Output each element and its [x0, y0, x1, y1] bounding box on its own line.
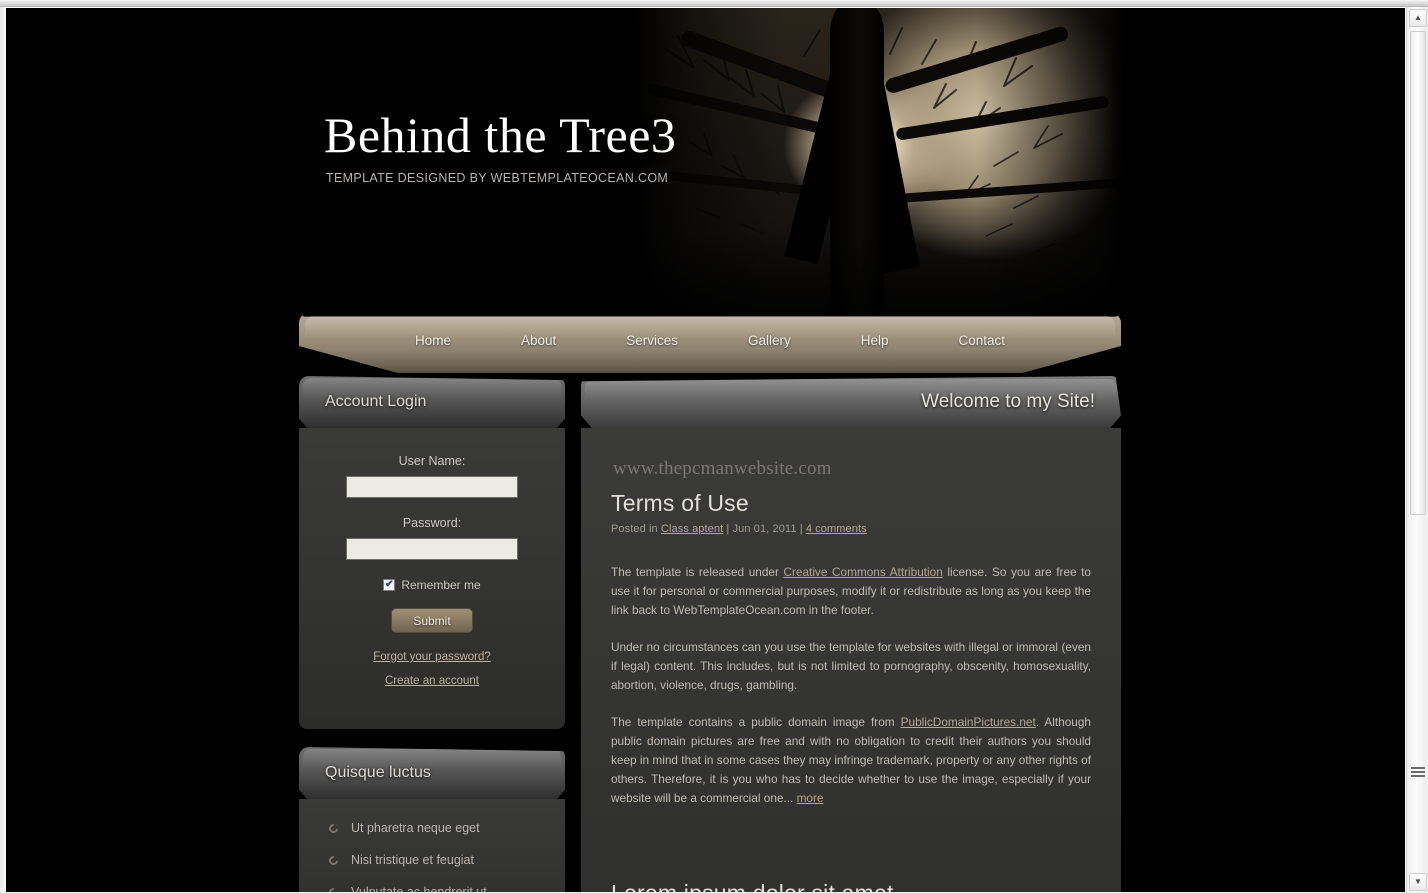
sidebar: Account Login User Name: Password: ✔ Rem… [299, 376, 565, 892]
list-item-label: Nisi tristique et feugiat [351, 853, 474, 867]
bullet-icon [327, 886, 340, 892]
main-content: Welcome to my Site! www.thepcmanwebsite.… [581, 376, 1121, 892]
list-item[interactable]: Vulputate ac hendrerit ut [327, 885, 565, 892]
post-terms-of-use: Terms of Use Posted in Class aptent | Ju… [611, 436, 1091, 808]
create-account-link[interactable]: Create an account [333, 675, 531, 687]
scroll-up-arrow-icon[interactable]: ▲ [1409, 9, 1427, 27]
nav-item-help[interactable]: Help [849, 331, 901, 350]
bullet-icon [327, 854, 340, 867]
post-date: | Jun 01, 2011 | [723, 523, 806, 535]
welcome-title: Welcome to my Site! [921, 391, 1095, 412]
banner-vignette [634, 8, 1124, 320]
paragraph-text: The template is released under [611, 565, 784, 579]
scrollbar-grip-icon [1411, 767, 1425, 777]
post-lorem-ipsum: Lorem ipsum dolor sit amet Posted in Lor… [611, 826, 1091, 892]
post-meta-prefix: Posted in [611, 523, 661, 535]
site-tagline: TEMPLATE DESIGNED BY WEBTEMPLATEOCEAN.CO… [326, 171, 669, 185]
site-title: Behind the Tree3 [324, 107, 677, 163]
post-meta: Posted in Class aptent | Jun 01, 2011 | … [611, 523, 1091, 535]
account-login-title: Account Login [325, 393, 427, 410]
scrollbar-thumb[interactable] [1410, 31, 1426, 515]
post-title: Terms of Use [611, 490, 749, 516]
nav-item-gallery[interactable]: Gallery [736, 331, 803, 350]
list-item[interactable]: Ut pharetra neque eget [327, 821, 565, 835]
welcome-header: Welcome to my Site! [581, 376, 1121, 428]
account-login-body: User Name: Password: ✔ Remember me Submi… [299, 428, 565, 729]
nav-link-contact[interactable]: Contact [947, 331, 1018, 350]
nav-link-services[interactable]: Services [614, 331, 690, 350]
paragraph-text: The template contains a public domain im… [611, 715, 901, 729]
nav-item-about[interactable]: About [509, 331, 568, 350]
content-body: www.thepcmanwebsite.com Terms of Use Pos… [581, 428, 1121, 892]
window-top-edge [0, 0, 1428, 7]
post-category-link[interactable]: Class aptent [661, 523, 723, 535]
list-item[interactable]: Nisi tristique et feugiat [327, 853, 565, 867]
post-title: Lorem ipsum dolor sit amet [611, 880, 1091, 892]
account-login-panel: Account Login User Name: Password: ✔ Rem… [299, 376, 565, 729]
remember-me-label: Remember me [401, 578, 481, 592]
quisque-luctus-body: Ut pharetra neque eget Nisi tristique et… [299, 799, 565, 892]
browser-window: Behind the Tree3 TEMPLATE DESIGNED BY WE… [0, 0, 1428, 893]
quisque-luctus-title: Quisque luctus [325, 764, 431, 781]
quisque-luctus-header: Quisque luctus [299, 747, 565, 799]
remember-me-row[interactable]: ✔ Remember me [333, 578, 531, 592]
account-login-header: Account Login [299, 376, 565, 428]
tree-banner-image [634, 8, 1124, 320]
list-item-label: Vulputate ac hendrerit ut [351, 885, 487, 892]
nav-link-help[interactable]: Help [849, 331, 901, 350]
nav-link-about[interactable]: About [509, 331, 568, 350]
quisque-luctus-panel: Quisque luctus Ut pharetra neque eget Ni… [299, 747, 565, 892]
nav-item-home[interactable]: Home [403, 331, 463, 350]
list-item-label: Ut pharetra neque eget [351, 821, 480, 835]
password-input[interactable] [346, 538, 518, 560]
post-paragraph: The template contains a public domain im… [611, 713, 1091, 808]
scroll-down-arrow-icon[interactable]: ▼ [1409, 873, 1427, 891]
username-label: User Name: [398, 454, 466, 468]
post-paragraph: Under no circumstances can you use the t… [611, 640, 1091, 692]
nav-item-services[interactable]: Services [614, 331, 690, 350]
vertical-scrollbar[interactable]: ▲ ▼ [1406, 7, 1428, 893]
main-navigation: Home About Services Gallery Help Contact [299, 313, 1121, 381]
post-comments-link[interactable]: 4 comments [806, 523, 867, 535]
public-domain-pictures-link[interactable]: PublicDomainPictures.net [901, 715, 1036, 729]
remember-me-checkbox[interactable]: ✔ [383, 579, 396, 591]
nav-link-gallery[interactable]: Gallery [736, 331, 803, 350]
nav-item-contact[interactable]: Contact [947, 331, 1018, 350]
submit-button[interactable]: Submit [391, 608, 473, 633]
password-label: Password: [402, 516, 462, 530]
webpage-viewport: Behind the Tree3 TEMPLATE DESIGNED BY WE… [6, 8, 1405, 892]
read-more-link[interactable]: more [797, 791, 824, 805]
creative-commons-link[interactable]: Creative Commons Attribution [783, 565, 942, 579]
username-input[interactable] [346, 476, 518, 498]
forgot-password-link[interactable]: Forgot your password? [333, 651, 531, 663]
site-header: Behind the Tree3 TEMPLATE DESIGNED BY WE… [6, 8, 1405, 328]
nav-link-home[interactable]: Home [403, 331, 463, 350]
post-paragraph: The template is released under Creative … [611, 563, 1091, 620]
bullet-icon [327, 822, 340, 835]
